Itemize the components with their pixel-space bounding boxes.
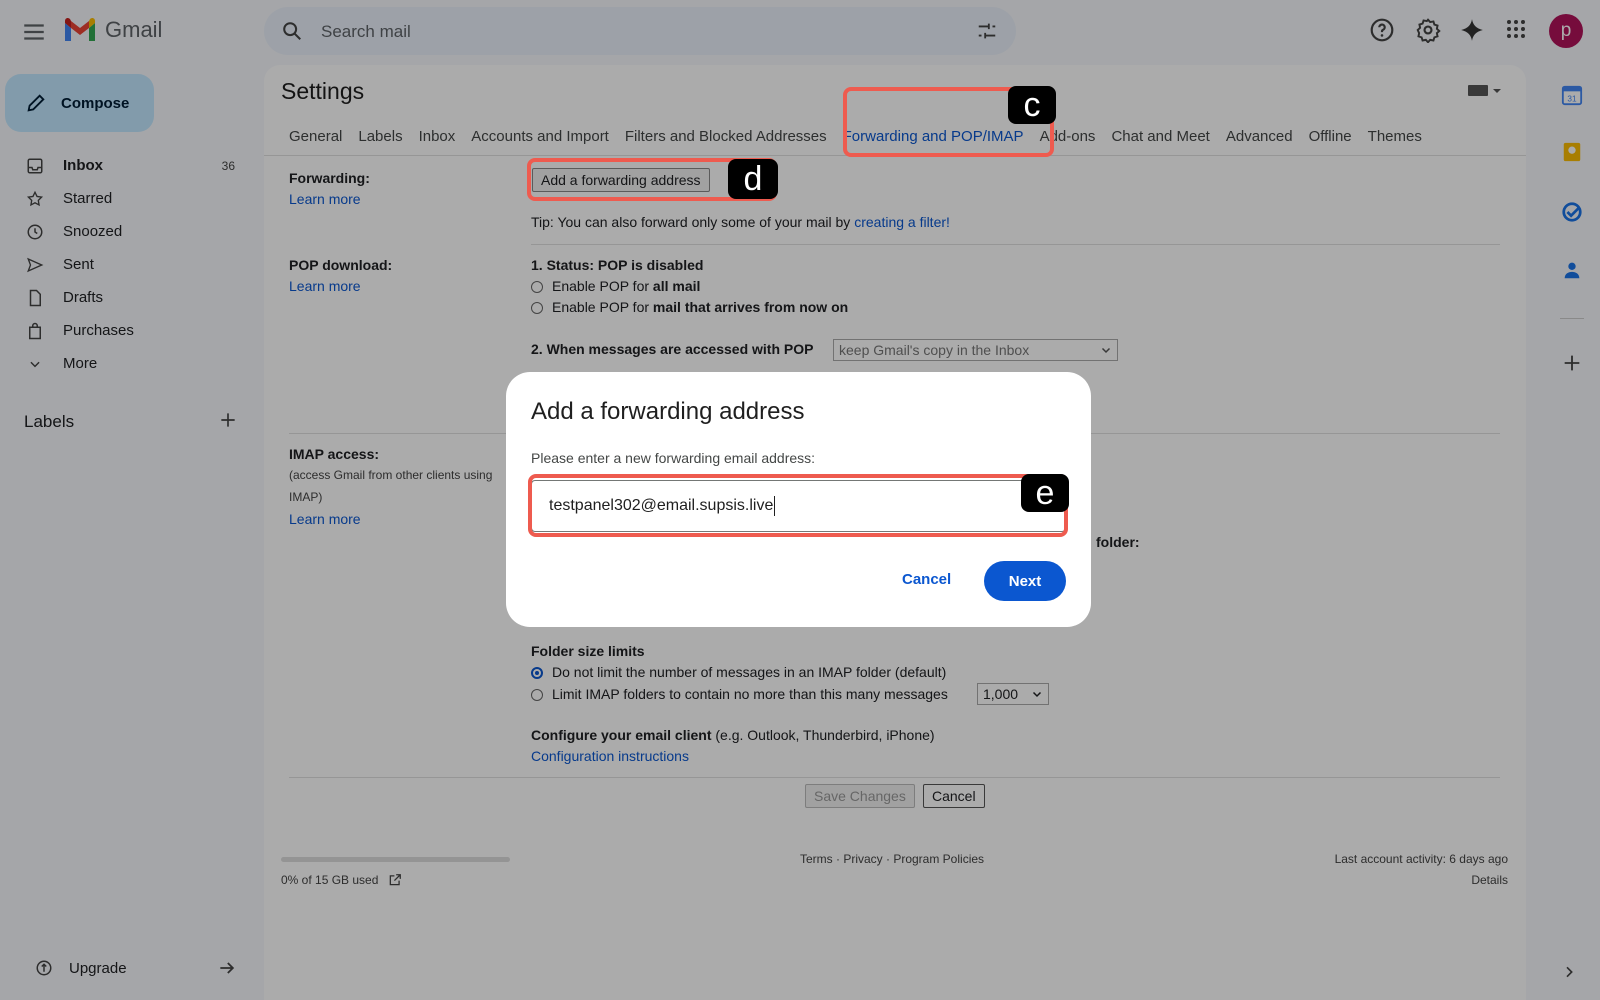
dialog-cancel-button[interactable]: Cancel <box>902 571 951 588</box>
highlight-box-e <box>528 474 1068 537</box>
dialog-next-button[interactable]: Next <box>984 561 1066 601</box>
dialog-title: Add a forwarding address <box>531 398 805 425</box>
annotation-label-c: c <box>1008 86 1056 124</box>
dialog-prompt: Please enter a new forwarding email addr… <box>531 450 816 466</box>
annotation-label-d: d <box>728 159 778 199</box>
annotation-label-e: e <box>1021 474 1069 512</box>
